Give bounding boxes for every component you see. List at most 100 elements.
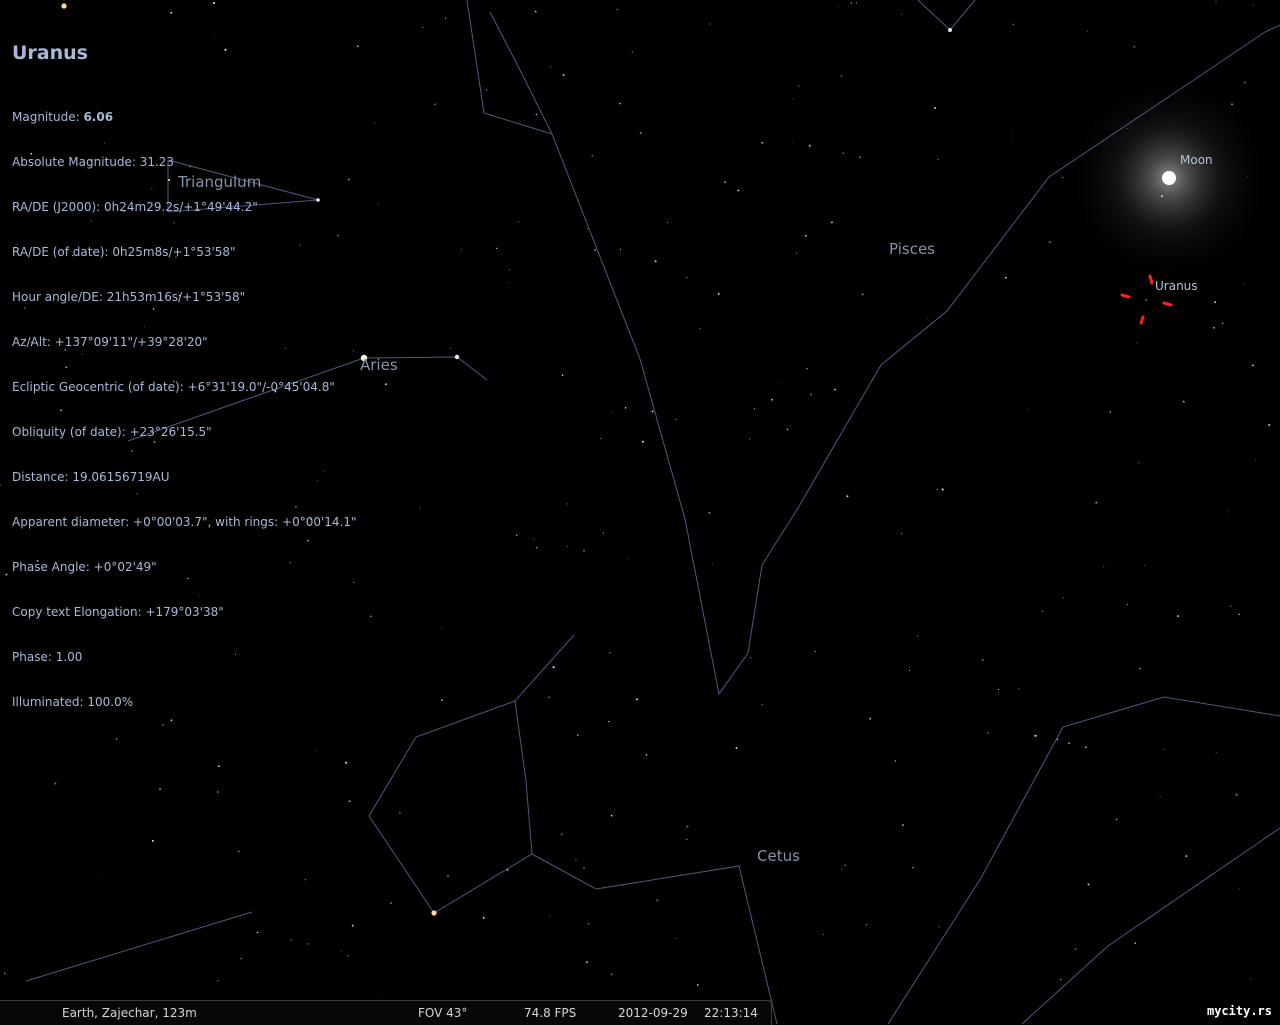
star: [937, 158, 939, 160]
star: [810, 393, 812, 396]
star: [624, 407, 627, 409]
star: [696, 984, 699, 986]
cetus-lines-d: [887, 696, 1280, 1024]
star: [934, 107, 937, 109]
star: [997, 689, 1000, 691]
star: [641, 440, 644, 443]
star: [508, 282, 510, 283]
star: [1144, 565, 1145, 567]
star: [987, 731, 990, 734]
star: [1095, 501, 1098, 504]
star: [449, 347, 451, 349]
star: [708, 511, 711, 514]
cetus-lines-a: [368, 634, 778, 1024]
star: [1252, 4, 1254, 6]
star: [808, 144, 811, 147]
star: [753, 408, 756, 410]
constellation-label-aries: Aries: [360, 356, 398, 374]
star: [347, 955, 349, 957]
star: [290, 939, 292, 941]
star: [549, 66, 551, 68]
star: [552, 666, 555, 669]
star: [399, 812, 401, 814]
star: [307, 943, 309, 945]
star: [846, 495, 849, 498]
star: [711, 563, 713, 565]
star: [982, 659, 984, 661]
star: [917, 635, 919, 637]
star-top: [948, 28, 952, 32]
star: [602, 532, 605, 534]
star: [356, 45, 359, 48]
star: [575, 858, 577, 861]
star: [3, 972, 6, 975]
star: [583, 867, 585, 869]
pisces-lines-c: [917, 0, 976, 31]
info-line: Phase: 1.00: [12, 650, 83, 664]
star: [737, 189, 740, 192]
star: [1116, 818, 1118, 821]
star: [376, 993, 378, 995]
star: [837, 7, 839, 9]
watermark-logo: mycity.rs: [1206, 1004, 1272, 1018]
info-line: RA/DE (J2000): 0h24m29.2s/+1°49'44.2": [12, 200, 258, 214]
star-sheratan: [454, 354, 460, 360]
star: [830, 221, 833, 224]
star: [419, 507, 421, 509]
star: [938, 926, 940, 928]
star: [547, 696, 550, 699]
star: [1011, 135, 1013, 137]
star: [351, 924, 354, 927]
status-bar[interactable]: Earth, Zajechar, 123m FOV 43° 74.8 FPS 2…: [0, 1000, 772, 1025]
star: [315, 750, 317, 752]
uranus-label: Uranus: [1155, 279, 1198, 293]
star: [901, 533, 903, 534]
star: [927, 317, 929, 319]
cetus-lines-c: [25, 911, 253, 982]
info-line: Apparent diameter: +0°00'03.7", with rin…: [12, 515, 357, 529]
uranus-object[interactable]: Uranus: [1120, 274, 1198, 325]
star: [535, 546, 538, 549]
star: [217, 765, 220, 768]
cetus-lines-e: [1021, 827, 1280, 1024]
star: [792, 98, 794, 100]
star: [770, 398, 773, 401]
star: [517, 221, 519, 223]
star: [636, 698, 638, 701]
star: [619, 102, 621, 105]
star: [566, 546, 568, 548]
star: [894, 760, 897, 762]
star: [506, 869, 509, 871]
star: [1176, 615, 1179, 618]
star-top-left: [61, 3, 67, 9]
star: [1182, 400, 1185, 403]
star: [1185, 855, 1188, 858]
star: [901, 14, 903, 15]
star: [654, 260, 657, 263]
star: [834, 388, 836, 391]
status-date[interactable]: 2012-09-29: [618, 1006, 688, 1020]
star: [686, 276, 688, 279]
star: [859, 156, 861, 158]
pisces-lines-b: [489, 11, 553, 135]
magnitude-label: Magnitude:: [12, 110, 84, 124]
star: [482, 916, 485, 919]
star: [561, 374, 564, 377]
star: [675, 937, 677, 939]
star: [1215, 751, 1217, 753]
star: [1018, 688, 1020, 690]
star: [1136, 342, 1138, 344]
star: [645, 753, 648, 756]
moon-object[interactable]: Moon: [1064, 73, 1274, 283]
status-location[interactable]: Earth, Zajechar, 123m: [62, 1006, 197, 1020]
star: [1163, 749, 1165, 750]
star: [348, 800, 351, 803]
info-line: Az/Alt: +137°09'11"/+39°28'20": [12, 335, 208, 349]
star: [686, 825, 689, 828]
status-time[interactable]: 22:13:14: [704, 1006, 758, 1020]
info-line: Ecliptic Geocentric (of date): +6°31'19.…: [12, 380, 335, 394]
star: [1213, 326, 1215, 329]
star: [1227, 511, 1229, 513]
status-fov: FOV 43°: [418, 1006, 468, 1020]
star: [667, 221, 668, 223]
